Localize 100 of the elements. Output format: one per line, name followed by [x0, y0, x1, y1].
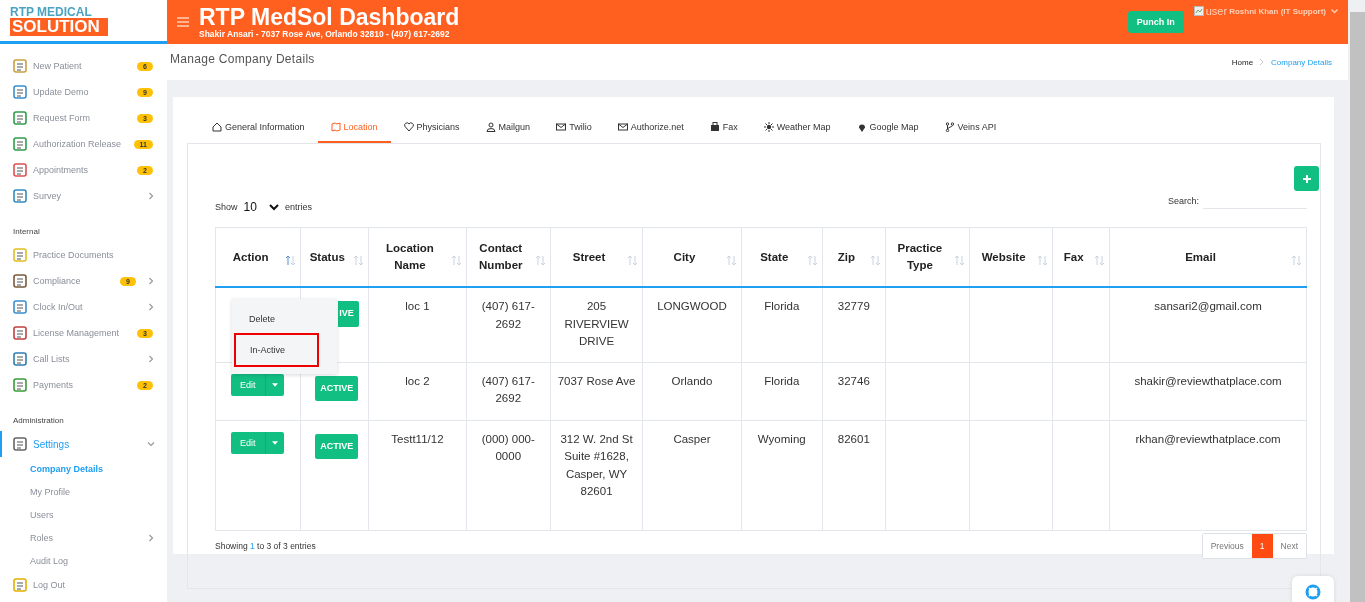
lifebuoy-icon	[1305, 584, 1321, 600]
person-icon	[485, 122, 496, 132]
column-header[interactable]: Practice Type	[885, 227, 970, 287]
broken-image-icon	[1193, 6, 1204, 16]
table-cell: (000) 000-0000	[481, 432, 535, 462]
menu-item[interactable]: In-Active	[234, 333, 319, 367]
section-heading: Administration	[12, 415, 65, 427]
submenu-item[interactable]: My Profile	[30, 486, 155, 497]
entries-label: entries	[284, 202, 312, 212]
caret-icon	[271, 382, 278, 387]
sidebar-item[interactable]: Request Form	[33, 113, 133, 123]
map-icon	[330, 122, 341, 132]
submenu-item[interactable]: Company Details	[30, 463, 155, 474]
table-cell: 7037 Rose Ave	[557, 374, 636, 387]
breadcrumb-link[interactable]: Company Details	[1271, 57, 1332, 67]
home-icon	[212, 122, 222, 132]
column-header[interactable]: Contact Number	[466, 227, 551, 287]
page-title: Manage Company Details	[170, 51, 315, 66]
tab[interactable]: General Information	[199, 114, 318, 143]
sidebar-item[interactable]: Authorization Release	[33, 139, 129, 149]
sidebar-item[interactable]: Update Demo	[33, 87, 133, 97]
submenu-item[interactable]: Roles	[30, 532, 143, 543]
mail-icon	[556, 122, 567, 132]
tab[interactable]: Twilio	[543, 114, 605, 143]
table-info: Showing 1 to 3 of 3 entries	[215, 540, 316, 551]
entries-select[interactable]: 10	[243, 200, 279, 214]
page-button[interactable]: 1	[1251, 533, 1273, 558]
column-header[interactable]: Fax	[1052, 227, 1110, 287]
table-cell: Florida	[764, 300, 800, 312]
table-cell: LONGWOOD	[657, 300, 727, 312]
caret-icon	[1331, 8, 1338, 14]
table-cell: 205 RIVERVIEW DRIVE	[564, 300, 629, 347]
sidebar-item[interactable]: Clock In/Out	[33, 302, 138, 312]
sidebar-item[interactable]: Call Lists	[33, 354, 138, 364]
chevron-right-icon	[1259, 58, 1266, 66]
table-cell: 82601	[837, 432, 870, 445]
column-header[interactable]: Location Name	[368, 227, 467, 287]
chevron-down-icon	[268, 203, 279, 211]
fax-icon	[709, 122, 720, 132]
table-cell: (407) 617-2692	[481, 374, 535, 404]
sidebar-item[interactable]: Survey	[33, 191, 138, 201]
dropdown-toggle[interactable]	[264, 431, 284, 454]
tab[interactable]: Authorize.net	[604, 114, 697, 143]
plus-icon	[1301, 173, 1312, 184]
column-header[interactable]: Zip	[822, 227, 886, 287]
table-cell: (407) 617-2692	[481, 300, 535, 330]
sidebar-item[interactable]: Payments	[33, 380, 133, 390]
tab[interactable]: Mailgun	[472, 114, 544, 143]
search-label: Search:	[1167, 195, 1199, 206]
table-cell: rkhan@reviewthatplace.com	[1135, 432, 1281, 445]
caret-icon	[271, 440, 278, 445]
page-button[interactable]: Next	[1272, 533, 1306, 558]
sidebar-item[interactable]: New Patient	[33, 61, 133, 71]
add-button[interactable]	[1294, 166, 1319, 191]
status-badge: ACTIVE	[315, 433, 359, 459]
status-badge: ACTIVE	[315, 375, 359, 401]
heart-icon	[403, 122, 414, 132]
sidebar-item[interactable]: Appointments	[33, 165, 133, 175]
sidebar-item[interactable]: Practice Documents	[33, 250, 155, 260]
menu-icon[interactable]	[177, 17, 189, 27]
sidebar-item[interactable]: Compliance	[33, 276, 116, 286]
sidebar-item[interactable]: Settings	[33, 438, 138, 450]
tab[interactable]: Google Map	[843, 114, 932, 143]
sidebar-item[interactable]: Log Out	[33, 580, 155, 590]
table-cell: Testt11/12	[391, 432, 444, 445]
sun-icon	[763, 122, 774, 132]
column-header[interactable]: Status	[300, 227, 369, 287]
submenu-item[interactable]: Users	[30, 509, 155, 520]
column-header[interactable]: Website	[969, 227, 1053, 287]
table-cell: loc 1	[405, 300, 430, 312]
tab[interactable]: Weather Map	[750, 114, 844, 143]
tab[interactable]: Physicians	[390, 114, 473, 143]
table-cell: Orlando	[671, 374, 713, 387]
show-label: Show	[215, 202, 238, 212]
table-cell: 32746	[837, 374, 870, 387]
table-cell: sansari2@gmail.com	[1154, 300, 1262, 312]
sidebar-item[interactable]: License Management	[33, 328, 133, 338]
branch-icon	[944, 122, 955, 132]
user-image-alt-text: user	[1205, 5, 1228, 17]
tab[interactable]: Veins API	[931, 114, 1010, 143]
practice-address: Shakir Ansari - 7037 Rose Ave, Orlando 32810 - (407) 617-2692	[199, 29, 451, 39]
help-button[interactable]	[1292, 576, 1334, 602]
dashboard-title: RTP MedSol Dashboard	[199, 5, 461, 29]
submenu-item[interactable]: Audit Log	[30, 555, 155, 566]
column-header[interactable]: Action	[215, 227, 301, 287]
logo: RTP MEDICAL SOLUTION	[0, 0, 167, 44]
breadcrumb-link[interactable]: Home	[1231, 57, 1254, 67]
page-button[interactable]: Previous	[1202, 533, 1252, 558]
table-cell: 32779	[837, 300, 870, 312]
mail-icon	[617, 122, 628, 132]
tab[interactable]: Location	[317, 114, 391, 143]
menu-item[interactable]: Delete	[232, 307, 337, 331]
column-header[interactable]: State	[741, 227, 823, 287]
tab[interactable]: Fax	[696, 114, 751, 143]
status-badge: IVE	[338, 301, 359, 327]
column-header[interactable]: City	[642, 227, 742, 287]
table-cell: Florida	[764, 374, 800, 387]
column-header[interactable]: Street	[550, 227, 643, 287]
scrollbar[interactable]	[1348, 12, 1365, 602]
column-header[interactable]: Email	[1109, 227, 1307, 287]
